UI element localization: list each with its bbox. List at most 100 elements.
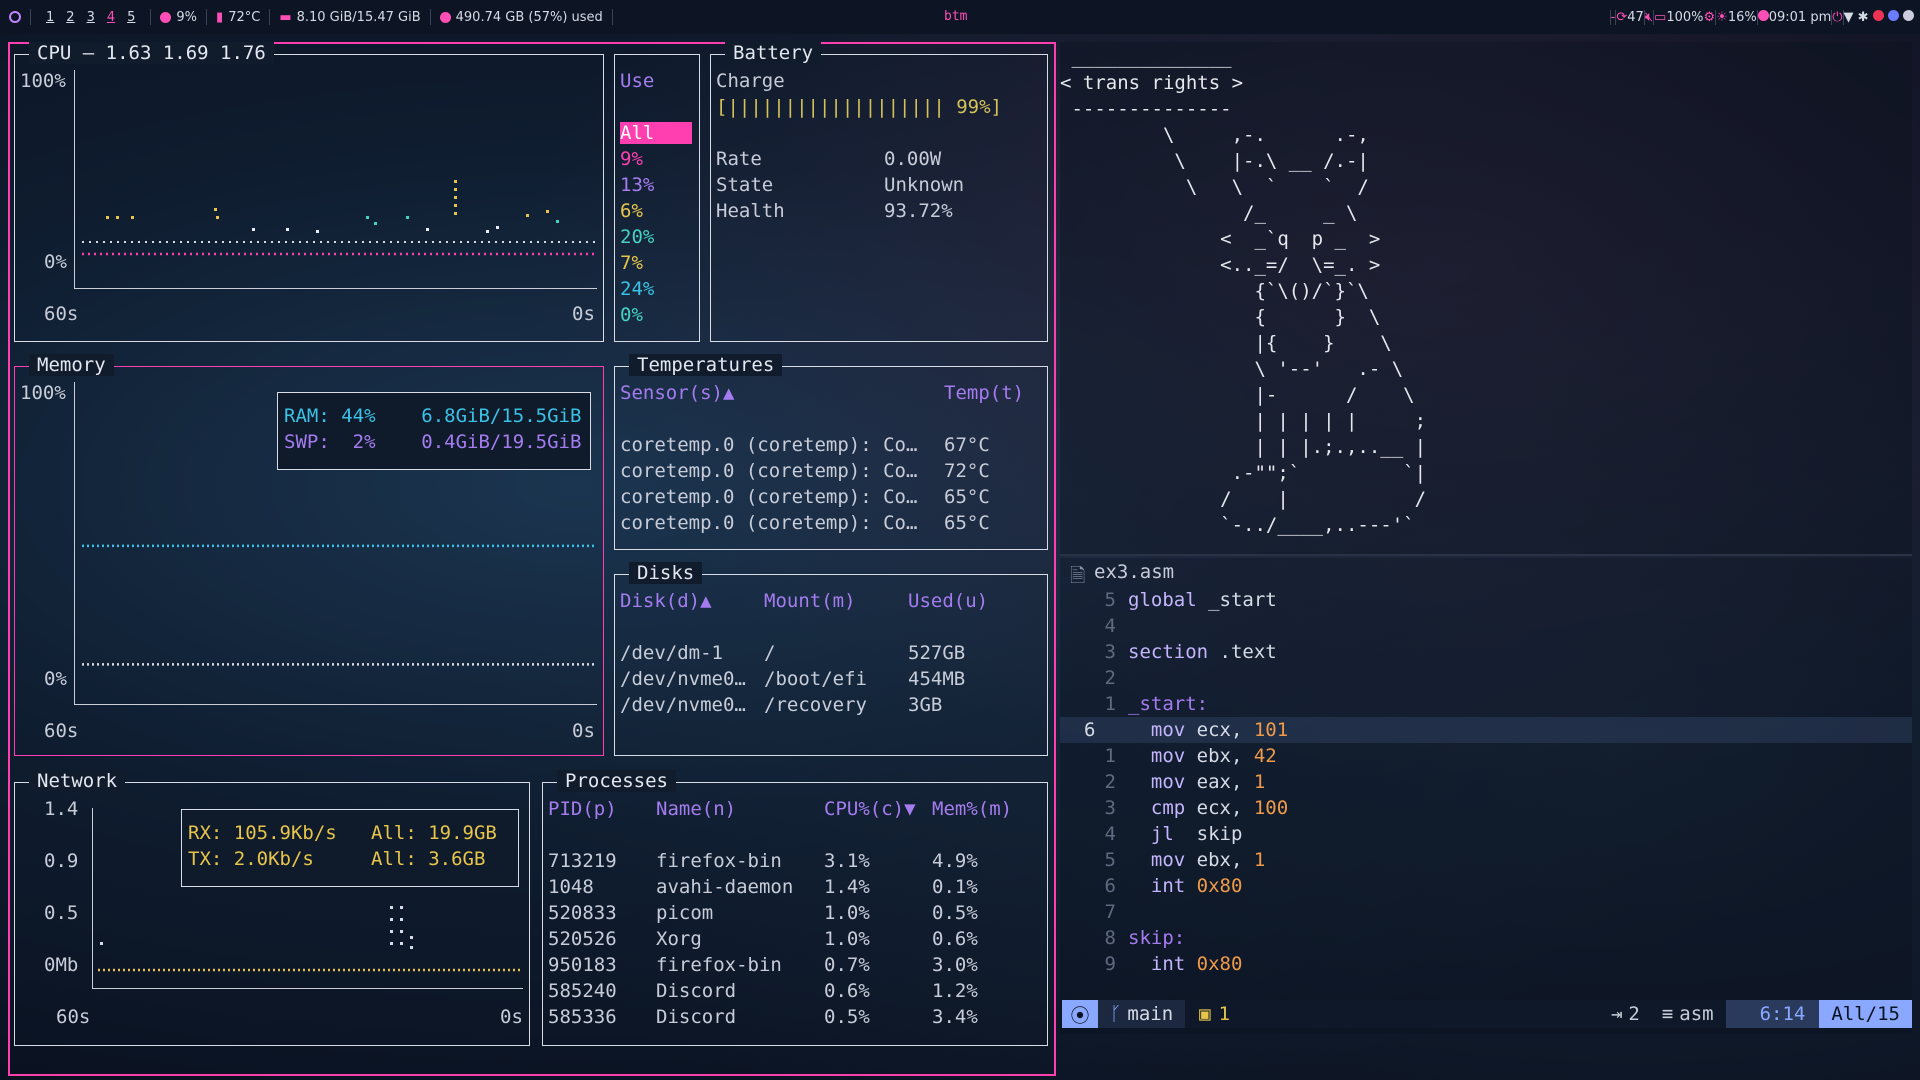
power-icon[interactable]: ⏻	[1832, 10, 1842, 25]
thermometer-icon: ▮	[216, 9, 224, 25]
battery-state-label: State	[716, 174, 774, 196]
temp-row-temp: 65°C	[944, 486, 990, 508]
code-line[interactable]: 1 _start:	[1060, 691, 1912, 717]
proc-name[interactable]: firefox-bin	[656, 850, 782, 872]
code-line[interactable]: 3 section .text	[1060, 639, 1912, 665]
cpu-entry-5[interactable]: 24%	[620, 278, 654, 300]
brightness-widget[interactable]: ☀16%	[1715, 9, 1757, 25]
diagnostic-count: 1	[1218, 1003, 1231, 1025]
proc-pid[interactable]: 713219	[548, 850, 617, 872]
proc-col-mem[interactable]: Mem%(m)	[932, 798, 1012, 820]
diagnostics[interactable]: ▣ 1	[1185, 1003, 1244, 1025]
cpu-entry-6[interactable]: 0%	[620, 304, 643, 326]
code-line[interactable]: 2	[1060, 665, 1912, 691]
proc-pid[interactable]: 950183	[548, 954, 617, 976]
line-number: 3	[1104, 797, 1116, 819]
tray-extra-icon[interactable]	[1903, 9, 1914, 21]
mute-icon[interactable]: 🔇︎	[1645, 10, 1653, 25]
app-tray-icon[interactable]	[1872, 9, 1884, 21]
volume-widget[interactable]: 🔇︎	[1643, 9, 1653, 25]
line-number: 5	[1104, 849, 1116, 871]
proc-pid[interactable]: 520833	[548, 902, 617, 924]
updates-widget[interactable]: ⟳47	[1615, 9, 1644, 25]
workspace-3[interactable]: 3	[81, 10, 101, 25]
code-line[interactable]: 5 mov ebx, 1	[1060, 847, 1912, 873]
workspace-switcher[interactable]: 1 2 3 4 5	[31, 9, 152, 25]
proc-pid[interactable]: 585240	[548, 980, 617, 1002]
line-number: 6	[1084, 719, 1096, 741]
proc-pid[interactable]: 520526	[548, 928, 617, 950]
indent-info: ⇥ 2	[1601, 1003, 1650, 1025]
disk-row-disk: /dev/nvme0…	[620, 694, 746, 716]
code-line[interactable]: 5 global _start	[1060, 587, 1912, 613]
proc-pid[interactable]: 1048	[548, 876, 594, 898]
proc-pid[interactable]: 585336	[548, 1006, 617, 1028]
cpu-entry-1[interactable]: 13%	[620, 174, 654, 196]
cpu-entry-2[interactable]: 6%	[620, 200, 643, 222]
proc-name[interactable]: avahi-daemon	[656, 876, 793, 898]
memory-widget: ▬ 8.10 GiB/15.47 GiB	[270, 9, 431, 25]
proc-cpu: 1.0%	[824, 928, 870, 950]
memory-swp-line: SWP: 2% 0.4GiB/19.5GiB	[284, 431, 582, 453]
temp-col-temp[interactable]: Temp(t)	[944, 382, 1024, 404]
temp-col-sensor[interactable]: Sensor(s)▲	[620, 382, 734, 404]
line-number: 4	[1104, 615, 1116, 637]
power-widget[interactable]: ⏻	[1831, 9, 1843, 25]
proc-name[interactable]: Xorg	[656, 928, 702, 950]
workspace-2[interactable]: 2	[60, 10, 80, 25]
line-code: _start:	[1128, 693, 1209, 715]
cpu-x-right: 0s	[572, 303, 595, 325]
cpu-entry-3[interactable]: 20%	[620, 226, 654, 248]
battery-rate: 0.00W	[884, 148, 942, 170]
proc-cpu: 0.6%	[824, 980, 870, 1002]
code-line[interactable]: 9 int 0x80	[1060, 951, 1912, 977]
workspace-4[interactable]: 4	[101, 10, 121, 25]
launcher[interactable]	[0, 9, 31, 25]
code-line[interactable]: 8 skip:	[1060, 925, 1912, 951]
proc-name[interactable]: firefox-bin	[656, 954, 782, 976]
window-title: btm	[944, 9, 968, 24]
code-line[interactable]: 1 mov ebx, 42	[1060, 743, 1912, 769]
proc-col-cpu[interactable]: CPU%(c)▼	[824, 798, 916, 820]
clock-widget: 09:01 pm	[1756, 9, 1831, 25]
code-line[interactable]: 2 mov eax, 1	[1060, 769, 1912, 795]
cpu-entry-4[interactable]: 7%	[620, 252, 643, 274]
launcher-icon[interactable]	[9, 11, 21, 23]
code-line[interactable]: 4	[1060, 613, 1912, 639]
discord-icon[interactable]	[1887, 9, 1899, 21]
git-branch[interactable]: ᚴ main	[1098, 1000, 1186, 1028]
line-code: mov eax, 1	[1150, 771, 1266, 793]
disk-row-disk: /dev/nvme0…	[620, 668, 746, 690]
temp-row-sensor: coretemp.0 (coretemp): Co…	[620, 486, 918, 508]
cowsay-output: ______________ < trans rights > --------…	[1060, 46, 1427, 536]
workspace-5[interactable]: 5	[121, 10, 141, 25]
branch-icon: ᚴ	[1110, 1003, 1122, 1025]
line-number: 1	[1104, 745, 1116, 767]
code-line[interactable]: 7	[1060, 899, 1912, 925]
proc-col-name[interactable]: Name(n)	[656, 798, 736, 820]
cpu-entry-0[interactable]: 9%	[620, 148, 643, 170]
code-line[interactable]: 6 mov ecx, 101	[1060, 717, 1912, 743]
net-y-tick: 0.5	[44, 902, 79, 924]
proc-name[interactable]: Discord	[656, 1006, 736, 1028]
editor-filename[interactable]: ex3.asm	[1094, 561, 1174, 583]
workspace-1[interactable]: 1	[40, 10, 60, 25]
code-line[interactable]: 3 cmp ecx, 100	[1060, 795, 1912, 821]
settings-icon[interactable]: ⚙	[1704, 10, 1716, 25]
code-line[interactable]: 6 int 0x80	[1060, 873, 1912, 899]
bluetooth-icon[interactable]: ✱	[1858, 10, 1869, 25]
line-code: mov ebx, 42	[1150, 745, 1277, 767]
cpu-entry-all[interactable]: All	[620, 122, 692, 144]
disk-col-mount[interactable]: Mount(m)	[764, 590, 856, 612]
disk-col-disk[interactable]: Disk(d)▲	[620, 590, 712, 612]
disk-usage: 490.74 GB (57%) used	[455, 9, 603, 25]
proc-col-pid[interactable]: PID(p)	[548, 798, 617, 820]
wifi-icon[interactable]: ▼	[1844, 10, 1854, 25]
proc-name[interactable]: Discord	[656, 980, 736, 1002]
proc-name[interactable]: picom	[656, 902, 713, 924]
disk-col-used[interactable]: Used(u)	[908, 590, 988, 612]
line-number: 6	[1104, 875, 1116, 897]
line-code: mov ebx, 1	[1150, 849, 1266, 871]
code-line[interactable]: 4 jl skip	[1060, 821, 1912, 847]
cpu-spikes-white	[252, 226, 499, 233]
